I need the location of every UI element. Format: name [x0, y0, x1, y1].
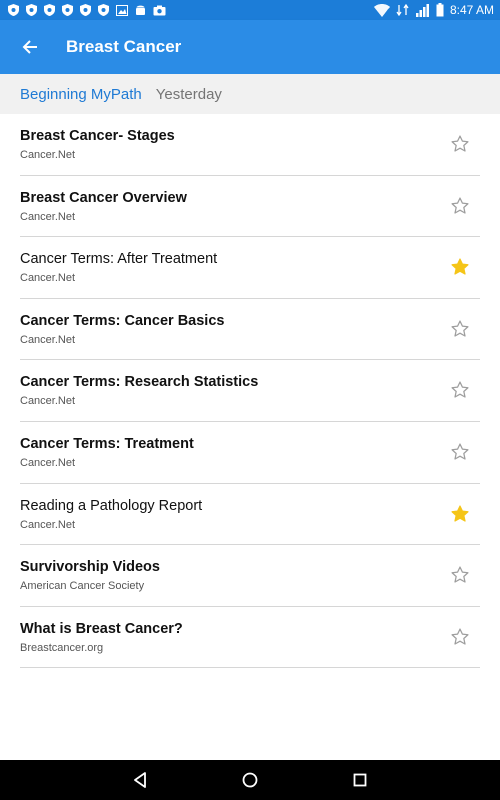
item-source: Cancer.Net	[20, 333, 76, 346]
item-title: Breast Cancer- Stages	[20, 128, 175, 144]
app-bar: Breast Cancer	[0, 20, 500, 74]
signal-icon	[415, 3, 429, 17]
list-item[interactable]: Cancer Terms: Cancer Basics Cancer.Net	[20, 299, 480, 361]
star-filled-icon[interactable]	[450, 504, 470, 524]
battery-icon	[436, 3, 444, 17]
list-item[interactable]: Survivorship Videos American Cancer Socie…	[20, 545, 480, 607]
image-icon	[116, 4, 128, 16]
item-source: Cancer.Net	[20, 149, 76, 161]
shield-icon	[26, 4, 37, 16]
star-outline-icon[interactable]	[450, 565, 470, 585]
photo-icon	[153, 5, 166, 15]
list-item[interactable]: Cancer Terms: Treatment Cancer.Net	[20, 422, 480, 484]
shield-icon	[44, 4, 55, 16]
list-item[interactable]: What is Breast Cancer? Breastcancer.org	[20, 607, 480, 669]
nav-recents-button[interactable]	[345, 765, 375, 795]
nav-back-button[interactable]	[125, 765, 155, 795]
list-item[interactable]: Breast Cancer- Stages Cancer.Net	[20, 114, 480, 176]
list-item[interactable]: Reading a Pathology Report Cancer.Net	[20, 484, 480, 546]
item-title: What is Breast Cancer?	[20, 620, 183, 637]
star-outline-icon[interactable]	[450, 319, 470, 339]
home-circle-icon	[242, 772, 258, 788]
item-source: Cancer.Net	[20, 210, 76, 223]
item-source: Cancer.Net	[20, 456, 76, 469]
star-outline-icon[interactable]	[450, 442, 470, 462]
notification-icons	[0, 4, 166, 16]
recents-square-icon	[353, 773, 367, 787]
shield-icon	[98, 4, 109, 16]
data-transfer-icon	[396, 4, 409, 16]
system-status: 8:47 AM	[373, 0, 494, 20]
star-filled-icon[interactable]	[450, 257, 470, 277]
breadcrumb-link[interactable]: Beginning MyPath	[20, 86, 142, 103]
item-title: Reading a Pathology Report	[20, 497, 203, 514]
article-list: Breast Cancer- Stages Cancer.Net Breast Ca…	[0, 114, 500, 669]
item-source: Breastcancer.org	[20, 641, 104, 654]
star-outline-icon[interactable]	[450, 134, 470, 154]
navigation-bar	[0, 760, 500, 800]
shield-icon	[62, 4, 73, 16]
android-icon	[136, 5, 145, 15]
item-title: Cancer Terms: Research Statistics	[20, 374, 259, 391]
item-title: Breast Cancer Overview	[20, 189, 187, 206]
status-bar: 8:47 AM	[0, 0, 500, 20]
item-title: Cancer Terms: Cancer Basics	[20, 312, 225, 329]
page-title: Breast Cancer	[66, 37, 182, 56]
wifi-icon	[373, 3, 390, 17]
nav-home-button[interactable]	[235, 765, 265, 795]
back-button[interactable]	[0, 20, 60, 74]
list-item[interactable]: Cancer Terms: Research Statistics Cancer.…	[20, 360, 480, 422]
item-title: Survivorship Videos	[20, 559, 160, 576]
list-item[interactable]: Breast Cancer Overview Cancer.Net	[20, 176, 480, 238]
breadcrumb-current: Yesterday	[155, 85, 222, 103]
back-triangle-icon	[134, 772, 146, 788]
star-outline-icon[interactable]	[450, 627, 470, 647]
list-item[interactable]: Cancer Terms: After Treatment Cancer.Net	[20, 237, 480, 299]
item-title: Cancer Terms: Treatment	[20, 435, 194, 452]
item-source: Cancer.Net	[20, 395, 76, 408]
clock: 8:47 AM	[449, 3, 494, 17]
shield-icon	[8, 4, 19, 16]
shield-icon	[80, 4, 91, 16]
item-title: Cancer Terms: After Treatment	[20, 251, 218, 268]
item-source: American Cancer Society	[20, 580, 145, 593]
item-source: Cancer.Net	[20, 518, 76, 531]
back-arrow-icon	[22, 40, 37, 54]
breadcrumb: Beginning MyPath Yesterday	[0, 74, 500, 114]
star-outline-icon[interactable]	[450, 196, 470, 216]
item-source: Cancer.Net	[20, 272, 76, 285]
star-outline-icon[interactable]	[450, 380, 470, 400]
